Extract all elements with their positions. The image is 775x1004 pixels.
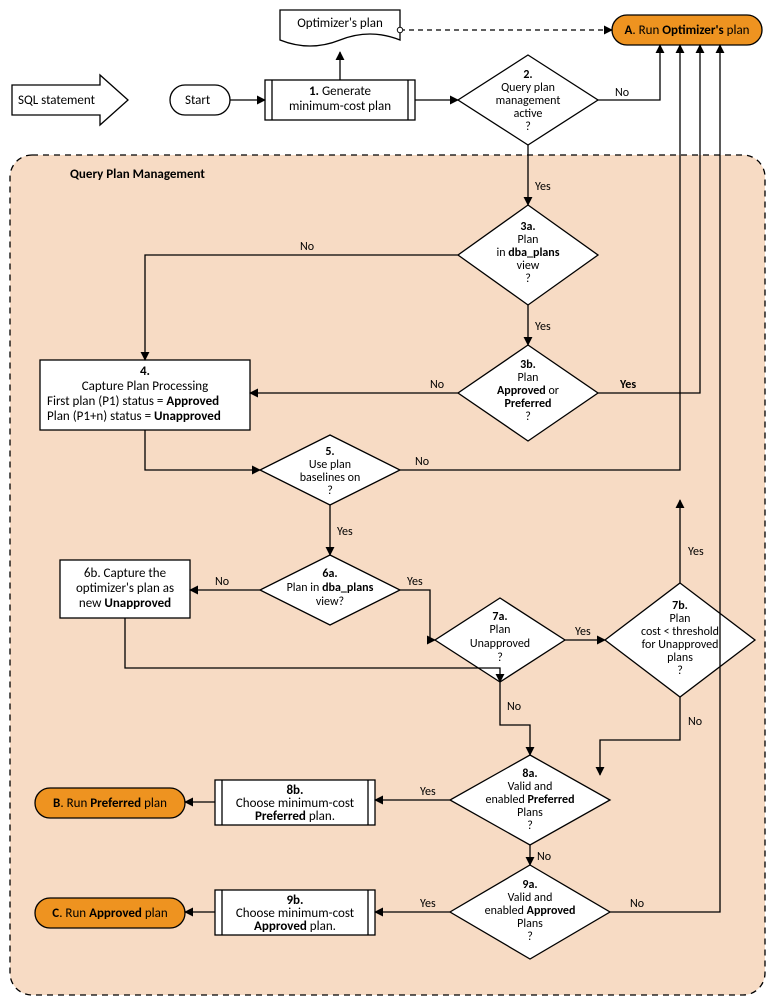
svg-text:?: ? bbox=[525, 410, 531, 424]
svg-text:minimum-cost plan: minimum-cost plan bbox=[289, 99, 391, 114]
svg-text:2.: 2. bbox=[523, 68, 532, 82]
svg-text:Optimizer's plan: Optimizer's plan bbox=[297, 16, 383, 31]
svg-text:Yes: Yes bbox=[337, 525, 353, 539]
svg-text:cost < threshold: cost < threshold bbox=[641, 625, 719, 639]
svg-text:plans: plans bbox=[667, 651, 693, 665]
svg-text:?: ? bbox=[527, 930, 533, 944]
node-6b-capture-unapproved: 6b. Capture the optimizer's plan as new … bbox=[60, 560, 190, 618]
svg-text:Plan: Plan bbox=[489, 623, 510, 637]
svg-text:6a.: 6a. bbox=[322, 567, 337, 581]
node-A-run-optimizer: A. Run Optimizer's plan bbox=[612, 15, 762, 45]
svg-text:Capture Plan Processing: Capture Plan Processing bbox=[82, 379, 209, 394]
flowchart-canvas: Query Plan Management SQL statement Star… bbox=[0, 0, 775, 1004]
svg-text:baselines on: baselines on bbox=[300, 471, 361, 485]
svg-text:Yes: Yes bbox=[420, 785, 436, 799]
svg-text:First plan (P1) status = Appro: First plan (P1) status = Approved bbox=[47, 394, 219, 409]
svg-text:5.: 5. bbox=[325, 445, 334, 459]
svg-text:Approved plan.: Approved plan. bbox=[254, 919, 336, 934]
svg-text:9a.: 9a. bbox=[522, 878, 537, 892]
start-node: Start bbox=[170, 85, 230, 115]
node-9b-choose-approved: 9b. Choose minimum-cost Approved plan. bbox=[215, 890, 375, 935]
svg-text:enabled Preferred: enabled Preferred bbox=[485, 793, 574, 807]
svg-text:Plans: Plans bbox=[517, 917, 543, 931]
svg-text:management: management bbox=[496, 94, 561, 108]
svg-text:Yes: Yes bbox=[535, 180, 551, 194]
svg-text:Yes: Yes bbox=[407, 575, 423, 589]
node-1-generate: 1. Generate minimum-cost plan bbox=[265, 80, 415, 120]
svg-text:3b.: 3b. bbox=[520, 358, 536, 372]
svg-text:Yes: Yes bbox=[619, 378, 636, 392]
svg-text:in dba_plans: in dba_plans bbox=[496, 246, 559, 260]
svg-text:optimizer's plan as: optimizer's plan as bbox=[76, 581, 174, 596]
svg-text:7a.: 7a. bbox=[492, 610, 507, 624]
svg-text:Query plan: Query plan bbox=[501, 81, 555, 95]
svg-text:Plan: Plan bbox=[669, 612, 690, 626]
node-8b-choose-preferred: 8b. Choose minimum-cost Preferred plan. bbox=[215, 780, 375, 825]
svg-text:Valid and: Valid and bbox=[508, 780, 553, 794]
svg-text:Yes: Yes bbox=[575, 625, 591, 639]
svg-text:Valid and: Valid and bbox=[508, 891, 553, 905]
svg-text:Plan in dba_plans: Plan in dba_plans bbox=[287, 581, 374, 595]
sql-statement-input: SQL statement bbox=[12, 75, 128, 125]
svg-text:Plan (P1+n) status = Unapprove: Plan (P1+n) status = Unapproved bbox=[47, 409, 221, 424]
svg-text:Yes: Yes bbox=[688, 545, 704, 559]
svg-text:8a.: 8a. bbox=[522, 767, 537, 781]
svg-text:Yes: Yes bbox=[420, 897, 436, 911]
svg-text:?: ? bbox=[525, 120, 531, 134]
svg-text:?: ? bbox=[527, 819, 533, 833]
svg-text:Preferred plan.: Preferred plan. bbox=[255, 809, 335, 824]
node-4-capture-plan: 4. Capture Plan Processing First plan (P… bbox=[40, 360, 250, 430]
svg-text:view: view bbox=[517, 259, 540, 273]
svg-text:Plan: Plan bbox=[517, 233, 538, 247]
svg-text:6b. Capture the: 6b. Capture the bbox=[84, 566, 166, 581]
svg-text:A. Run Optimizer's plan: A. Run Optimizer's plan bbox=[624, 23, 749, 38]
svg-text:?: ? bbox=[677, 664, 683, 678]
svg-text:Start: Start bbox=[185, 93, 211, 108]
svg-text:Plan: Plan bbox=[517, 371, 538, 385]
svg-text:Preferred: Preferred bbox=[505, 397, 552, 411]
svg-text:B. Run Preferred plan: B. Run Preferred plan bbox=[53, 796, 167, 811]
optimizer-plan-doc: Optimizer's plan bbox=[280, 10, 400, 46]
svg-text:SQL statement: SQL statement bbox=[18, 93, 96, 108]
svg-text:C. Run Approved plan: C. Run Approved plan bbox=[52, 906, 168, 921]
svg-text:No: No bbox=[615, 86, 629, 100]
svg-text:view?: view? bbox=[316, 595, 344, 609]
svg-text:3a.: 3a. bbox=[520, 220, 535, 234]
svg-text:new Unapproved: new Unapproved bbox=[79, 596, 171, 611]
svg-text:?: ? bbox=[497, 651, 503, 665]
svg-text:No: No bbox=[507, 700, 521, 714]
svg-text:4.: 4. bbox=[140, 364, 150, 379]
svg-text:active: active bbox=[514, 107, 543, 121]
svg-text:enabled Approved: enabled Approved bbox=[485, 904, 576, 918]
qpm-title: Query Plan Management bbox=[70, 167, 205, 182]
svg-text:No: No bbox=[630, 897, 644, 911]
svg-text:No: No bbox=[688, 715, 702, 729]
svg-text:?: ? bbox=[525, 272, 531, 286]
svg-text:for Unapproved: for Unapproved bbox=[642, 638, 719, 652]
svg-text:No: No bbox=[300, 240, 314, 254]
svg-text:Use plan: Use plan bbox=[309, 458, 351, 472]
svg-text:No: No bbox=[537, 850, 551, 864]
svg-text:Unapproved: Unapproved bbox=[470, 637, 530, 651]
node-C-run-approved: C. Run Approved plan bbox=[35, 898, 185, 928]
node-2-qpm-active: 2. Query plan management active ? bbox=[458, 55, 598, 145]
svg-text:No: No bbox=[415, 455, 429, 469]
svg-text:Yes: Yes bbox=[535, 320, 551, 334]
svg-text:1. Generate: 1. Generate bbox=[309, 84, 371, 99]
svg-text:Plans: Plans bbox=[517, 806, 543, 820]
svg-text:No: No bbox=[430, 378, 444, 392]
svg-text:?: ? bbox=[327, 484, 333, 498]
svg-text:7b.: 7b. bbox=[672, 599, 688, 613]
svg-text:No: No bbox=[215, 575, 229, 589]
node-B-run-preferred: B. Run Preferred plan bbox=[35, 788, 185, 818]
svg-text:Approved or: Approved or bbox=[497, 384, 559, 398]
